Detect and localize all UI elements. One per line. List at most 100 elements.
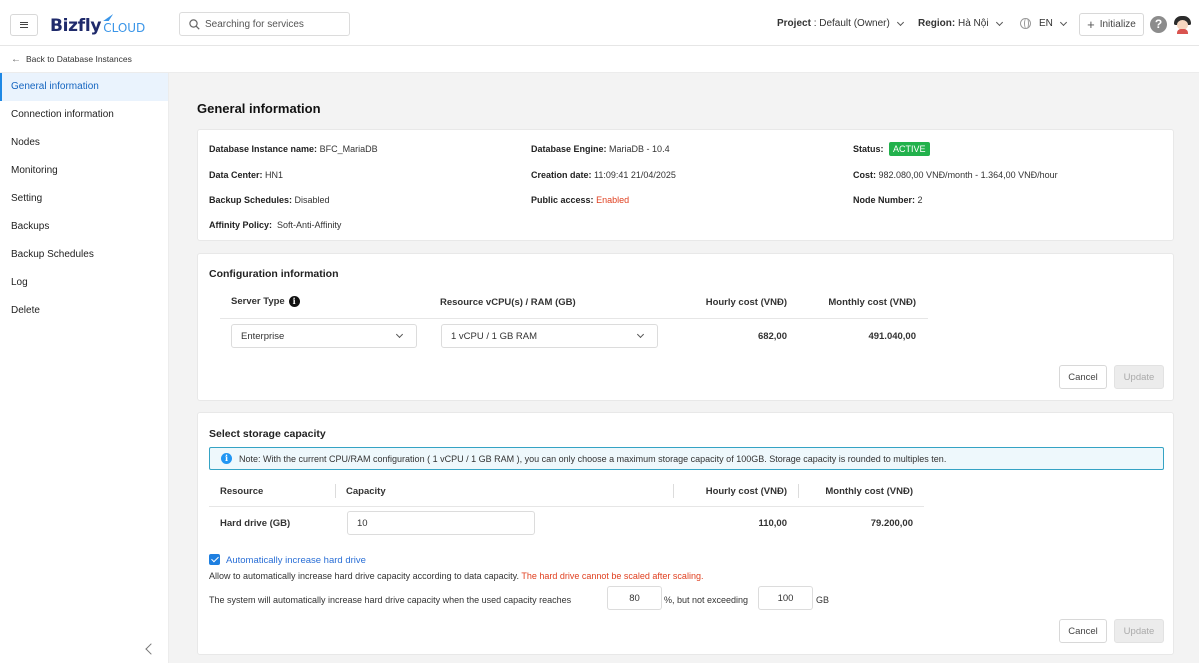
- creation-date-field: Creation date: 11:09:41 21/04/2025: [531, 170, 676, 180]
- storage-note-text: Note: With the current CPU/RAM configura…: [239, 453, 947, 464]
- initialize-label: Initialize: [1099, 19, 1136, 30]
- cost-field: Cost: 982.080,00 VNĐ/month - 1.364,00 VN…: [853, 170, 1058, 180]
- resource-select[interactable]: 1 vCPU / 1 GB RAM: [441, 324, 658, 348]
- sidebar-item-delete[interactable]: Delete: [0, 297, 168, 325]
- config-cancel-button[interactable]: Cancel: [1059, 365, 1107, 389]
- status-field: Status: ACTIVE: [853, 142, 930, 156]
- storage-note: i Note: With the current CPU/RAM configur…: [209, 447, 1164, 470]
- datacenter-field: Data Center: HN1: [209, 170, 284, 180]
- globe-icon: [1020, 18, 1031, 29]
- page-title: General information: [197, 101, 321, 116]
- sidebar-item-monitoring[interactable]: Monitoring: [0, 157, 168, 185]
- storage-card: Select storage capacity i Note: With the …: [197, 412, 1174, 655]
- monthly-cost-header: Monthly cost (VNĐ): [825, 486, 913, 497]
- backup-schedules-value: Disabled: [294, 195, 330, 205]
- hourly-cost-header: Hourly cost (VNĐ): [705, 297, 787, 308]
- server-type-value: Enterprise: [241, 330, 285, 342]
- engine-value: MariaDB - 10.4: [609, 144, 670, 154]
- creation-date-value: 11:09:41 21/04/2025: [594, 170, 676, 180]
- search-input[interactable]: [205, 18, 335, 30]
- auto-increase-checkbox[interactable]: [209, 554, 220, 565]
- cost-value: 982.080,00 VNĐ/month - 1.364,00 VNĐ/hour: [878, 170, 1058, 180]
- hamburger-icon: [20, 22, 28, 28]
- sidebar-item-nodes[interactable]: Nodes: [0, 129, 168, 157]
- sidebar-item-backups[interactable]: Backups: [0, 213, 168, 241]
- general-info-card: Database Instance name: BFC_MariaDB Data…: [197, 129, 1174, 241]
- region-label: Region:: [918, 18, 956, 29]
- back-link[interactable]: ← Back to Database Instances: [11, 54, 132, 65]
- sidebar-item-setting[interactable]: Setting: [0, 185, 168, 213]
- monthly-cost-header: Monthly cost (VNĐ): [828, 297, 916, 308]
- initialize-button[interactable]: + Initialize: [1079, 13, 1144, 36]
- capacity-input[interactable]: 10: [347, 511, 535, 535]
- backup-schedules-field: Backup Schedules: Disabled: [209, 195, 330, 205]
- collapse-sidebar-icon[interactable]: [145, 643, 157, 655]
- auto-increase-description: Allow to automatically increase hard dri…: [209, 571, 704, 581]
- config-update-button[interactable]: Update: [1114, 365, 1164, 389]
- chevron-down-icon: [896, 18, 904, 26]
- divider: [209, 506, 924, 507]
- language-selector[interactable]: EN: [1020, 18, 1067, 29]
- hourly-cost-value: 110,00: [758, 518, 787, 529]
- search-box[interactable]: [179, 12, 350, 36]
- monthly-cost-value: 491.040,00: [868, 331, 916, 342]
- project-selector[interactable]: Project : Default (Owner): [777, 18, 904, 29]
- project-label: Project: [777, 18, 811, 29]
- top-header: Bizfly CLOUD Project : Default (Owner) R…: [0, 0, 1199, 46]
- sidebar-item-log[interactable]: Log: [0, 269, 168, 297]
- avatar[interactable]: [1173, 15, 1192, 34]
- breadcrumb: ← Back to Database Instances: [0, 46, 1199, 73]
- storage-title: Select storage capacity: [209, 428, 326, 440]
- hourly-cost-header: Hourly cost (VNĐ): [705, 486, 787, 497]
- public-access-value: Enabled: [596, 195, 630, 205]
- info-icon[interactable]: i: [288, 296, 300, 307]
- affinity-value: Soft-Anti-Affinity: [277, 220, 342, 230]
- hourly-cost-value: 682,00: [757, 331, 787, 342]
- divider: [220, 318, 928, 319]
- storage-update-button[interactable]: Update: [1114, 619, 1164, 643]
- auto-increase-warning: The hard drive cannot be scaled after sc…: [521, 571, 704, 581]
- resource-header: Resource: [220, 486, 264, 497]
- region-selector[interactable]: Region: Hà Nội: [918, 18, 1003, 29]
- plus-icon: +: [1087, 17, 1095, 32]
- resource-value: 1 vCPU / 1 GB RAM: [451, 330, 538, 342]
- capacity-header: Capacity: [346, 486, 386, 497]
- threshold-middle: %, but not exceeding: [664, 595, 749, 605]
- threshold-input[interactable]: 80: [607, 586, 662, 610]
- public-access-field: Public access: Enabled: [531, 195, 630, 205]
- sidebar-item-general-information[interactable]: General information: [0, 73, 168, 101]
- status-badge: ACTIVE: [889, 142, 930, 156]
- chevron-down-icon: [1059, 18, 1067, 26]
- monthly-cost-value: 79.200,00: [870, 518, 913, 529]
- logo-main: Bizfly: [50, 16, 102, 36]
- language-value: EN: [1039, 18, 1053, 29]
- menu-toggle-button[interactable]: [10, 14, 38, 36]
- search-icon: [189, 18, 200, 30]
- sidebar-item-backup-schedules[interactable]: Backup Schedules: [0, 241, 168, 269]
- server-type-select[interactable]: Enterprise: [231, 324, 417, 348]
- back-link-label: Back to Database Instances: [26, 53, 132, 64]
- configuration-title: Configuration information: [209, 268, 339, 280]
- help-icon[interactable]: ?: [1150, 16, 1167, 33]
- logo[interactable]: Bizfly CLOUD: [50, 12, 145, 36]
- max-capacity-input[interactable]: 100: [758, 586, 813, 610]
- node-number-value: 2: [917, 195, 923, 205]
- instance-name-value: BFC_MariaDB: [319, 144, 378, 154]
- column-separator: [335, 484, 336, 498]
- sidebar-item-connection-information[interactable]: Connection information: [0, 101, 168, 129]
- chevron-down-icon: [636, 330, 645, 339]
- chevron-down-icon: [995, 18, 1003, 26]
- configuration-card: Configuration information Server Type i R…: [197, 253, 1174, 401]
- datacenter-value: HN1: [265, 170, 284, 180]
- server-type-header: Server Type i: [231, 296, 300, 307]
- logo-sub: CLOUD: [103, 21, 146, 35]
- engine-field: Database Engine: MariaDB - 10.4: [531, 144, 670, 154]
- instance-name-field: Database Instance name: BFC_MariaDB: [209, 144, 378, 154]
- auto-increase-label[interactable]: Automatically increase hard drive: [226, 555, 366, 566]
- affinity-field: Affinity Policy: Soft-Anti-Affinity: [209, 220, 342, 230]
- storage-cancel-button[interactable]: Cancel: [1059, 619, 1107, 643]
- hard-drive-label: Hard drive (GB): [220, 518, 291, 529]
- info-icon: i: [221, 453, 232, 464]
- threshold-prefix: The system will automatically increase h…: [209, 595, 572, 605]
- sidebar: General information Connection informati…: [0, 73, 169, 663]
